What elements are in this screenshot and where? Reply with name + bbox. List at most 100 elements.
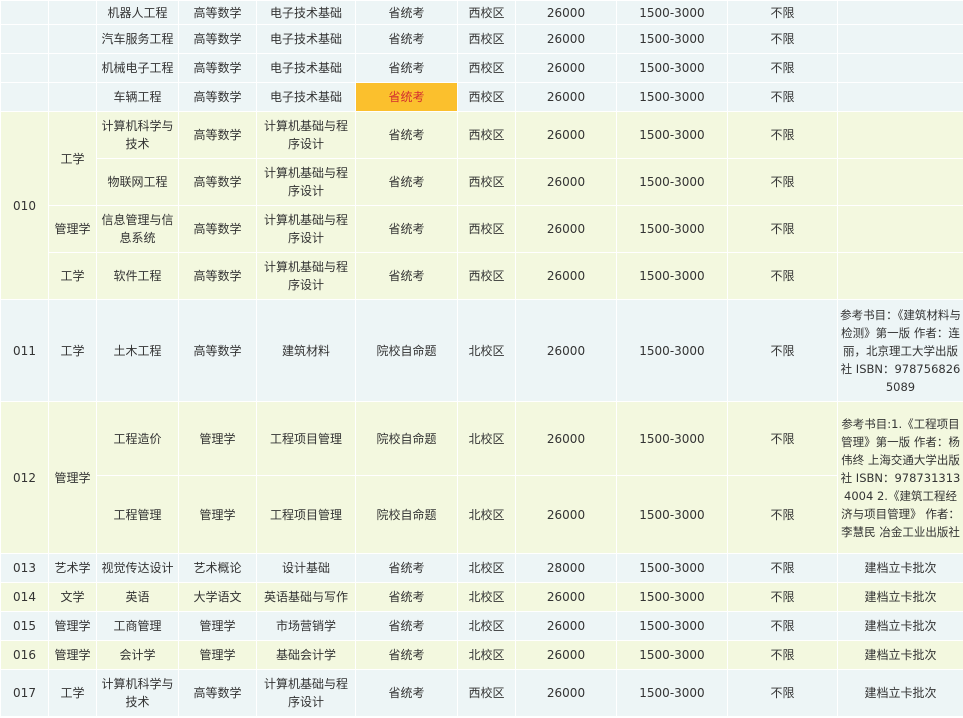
limit-cell: 不限 [727, 475, 838, 554]
exam-type-cell: 省统考 [355, 53, 458, 83]
category-cell: 工学 [48, 669, 97, 717]
category-cell: 工学 [48, 111, 97, 206]
exam-type-cell: 省统考 [355, 111, 458, 159]
table-row: 车辆工程 高等数学 电子技术基础 省统考 西校区 26000 1500-3000… [0, 82, 963, 112]
limit-cell: 不限 [727, 111, 838, 159]
limit-cell: 不限 [727, 401, 838, 476]
exam1-cell: 高等数学 [178, 158, 257, 206]
major-cell: 工商管理 [96, 611, 179, 641]
highlighted-exam-type-cell: 省统考 [355, 82, 458, 112]
table-row: 016 管理学 会计学 管理学 基础会计学 省统考 北校区 26000 1500… [0, 640, 963, 670]
code-cell: 015 [0, 611, 49, 641]
category-cell: 管理学 [48, 401, 97, 554]
range-cell: 1500-3000 [616, 475, 728, 554]
table-row: 013 艺术学 视觉传达设计 艺术概论 设计基础 省统考 北校区 28000 1… [0, 553, 963, 583]
campus-cell: 西校区 [457, 24, 516, 54]
exam1-cell: 高等数学 [178, 82, 257, 112]
limit-cell: 不限 [727, 24, 838, 54]
major-cell: 车辆工程 [96, 82, 179, 112]
exam2-cell: 电子技术基础 [256, 24, 356, 54]
table-row: 010 工学 计算机科学与技术 高等数学 计算机基础与程序设计 省统考 西校区 … [0, 111, 963, 300]
limit-cell: 不限 [727, 53, 838, 83]
range-cell: 1500-3000 [616, 611, 728, 641]
limit-cell: 不限 [727, 553, 838, 583]
exam1-cell: 管理学 [178, 611, 257, 641]
code-cell: 016 [0, 640, 49, 670]
range-cell: 1500-3000 [616, 82, 728, 112]
exam1-cell: 高等数学 [178, 24, 257, 54]
limit-cell: 不限 [727, 299, 838, 402]
range-cell: 1500-3000 [616, 111, 728, 159]
major-cell: 视觉传达设计 [96, 553, 179, 583]
category-cell: 文学 [48, 582, 97, 612]
exam1-cell: 高等数学 [178, 299, 257, 402]
exam2-cell: 工程项目管理 [256, 475, 356, 554]
range-cell: 1500-3000 [616, 0, 728, 25]
limit-cell: 不限 [727, 0, 838, 25]
exam-type-cell: 省统考 [355, 611, 458, 641]
exam2-cell: 基础会计学 [256, 640, 356, 670]
limit-cell: 不限 [727, 640, 838, 670]
range-cell: 1500-3000 [616, 640, 728, 670]
code-cell: 017 [0, 669, 49, 717]
exam-type-cell: 省统考 [355, 205, 458, 253]
table-row: 012 管理学 工程造价 管理学 工程项目管理 院校自命题 北校区 26000 … [0, 401, 963, 554]
exam2-cell: 计算机基础与程序设计 [256, 669, 356, 717]
fee-cell: 26000 [515, 252, 617, 300]
exam-type-cell: 院校自命题 [355, 299, 458, 402]
range-cell: 1500-3000 [616, 53, 728, 83]
range-cell: 1500-3000 [616, 553, 728, 583]
table-row: 014 文学 英语 大学语文 英语基础与写作 省统考 北校区 26000 150… [0, 582, 963, 612]
exam1-cell: 高等数学 [178, 0, 257, 25]
exam-type-cell: 省统考 [355, 640, 458, 670]
note-cell: 建档立卡批次 [837, 611, 963, 641]
exam-type-cell: 省统考 [355, 158, 458, 206]
table-row: 汽车服务工程 高等数学 电子技术基础 省统考 西校区 26000 1500-30… [0, 24, 963, 54]
campus-cell: 西校区 [457, 252, 516, 300]
note-cell: 建档立卡批次 [837, 553, 963, 583]
category-cell: 管理学 [48, 205, 97, 253]
range-cell: 1500-3000 [616, 205, 728, 253]
code-cell: 011 [0, 299, 49, 402]
fee-cell: 26000 [515, 0, 617, 25]
range-cell: 1500-3000 [616, 669, 728, 717]
exam1-cell: 管理学 [178, 475, 257, 554]
limit-cell: 不限 [727, 582, 838, 612]
fee-cell: 26000 [515, 669, 617, 717]
campus-cell: 西校区 [457, 82, 516, 112]
major-cell: 工程造价 [96, 401, 179, 476]
campus-cell: 北校区 [457, 299, 516, 402]
limit-cell: 不限 [727, 158, 838, 206]
exam1-cell: 高等数学 [178, 252, 257, 300]
campus-cell: 西校区 [457, 53, 516, 83]
major-cell: 会计学 [96, 640, 179, 670]
campus-cell: 北校区 [457, 582, 516, 612]
exam2-cell: 英语基础与写作 [256, 582, 356, 612]
fee-cell: 26000 [515, 24, 617, 54]
campus-cell: 北校区 [457, 401, 516, 476]
exam2-cell: 设计基础 [256, 553, 356, 583]
exam-type-cell: 院校自命题 [355, 475, 458, 554]
exam1-cell: 管理学 [178, 640, 257, 670]
table-row: 机器人工程 高等数学 电子技术基础 省统考 西校区 26000 1500-300… [0, 0, 963, 25]
table-row: 015 管理学 工商管理 管理学 市场营销学 省统考 北校区 26000 150… [0, 611, 963, 641]
note-cell: 参考书目:1.《工程项目管理》第一版 作者：杨伟终 上海交通大学出版社 ISBN… [837, 401, 963, 554]
table-row: 工学 软件工程 高等数学 计算机基础与程序设计 省统考 西校区 26000 15… [1, 252, 963, 300]
range-cell: 1500-3000 [616, 401, 728, 476]
category-cell: 工学 [48, 252, 97, 300]
exam-type-cell: 省统考 [355, 24, 458, 54]
exam2-cell: 市场营销学 [256, 611, 356, 641]
fee-cell: 26000 [515, 611, 617, 641]
exam1-cell: 管理学 [178, 401, 257, 476]
fee-cell: 26000 [515, 205, 617, 253]
category-cell: 工学 [48, 299, 97, 402]
range-cell: 1500-3000 [616, 24, 728, 54]
table-row: 017 工学 计算机科学与技术 高等数学 计算机基础与程序设计 省统考 西校区 … [0, 669, 963, 717]
major-cell: 机器人工程 [96, 0, 179, 25]
range-cell: 1500-3000 [616, 299, 728, 402]
exam-type-cell: 省统考 [355, 582, 458, 612]
fee-cell: 28000 [515, 553, 617, 583]
exam-type-cell: 院校自命题 [355, 401, 458, 476]
exam2-cell: 工程项目管理 [256, 401, 356, 476]
exam2-cell: 电子技术基础 [256, 0, 356, 25]
